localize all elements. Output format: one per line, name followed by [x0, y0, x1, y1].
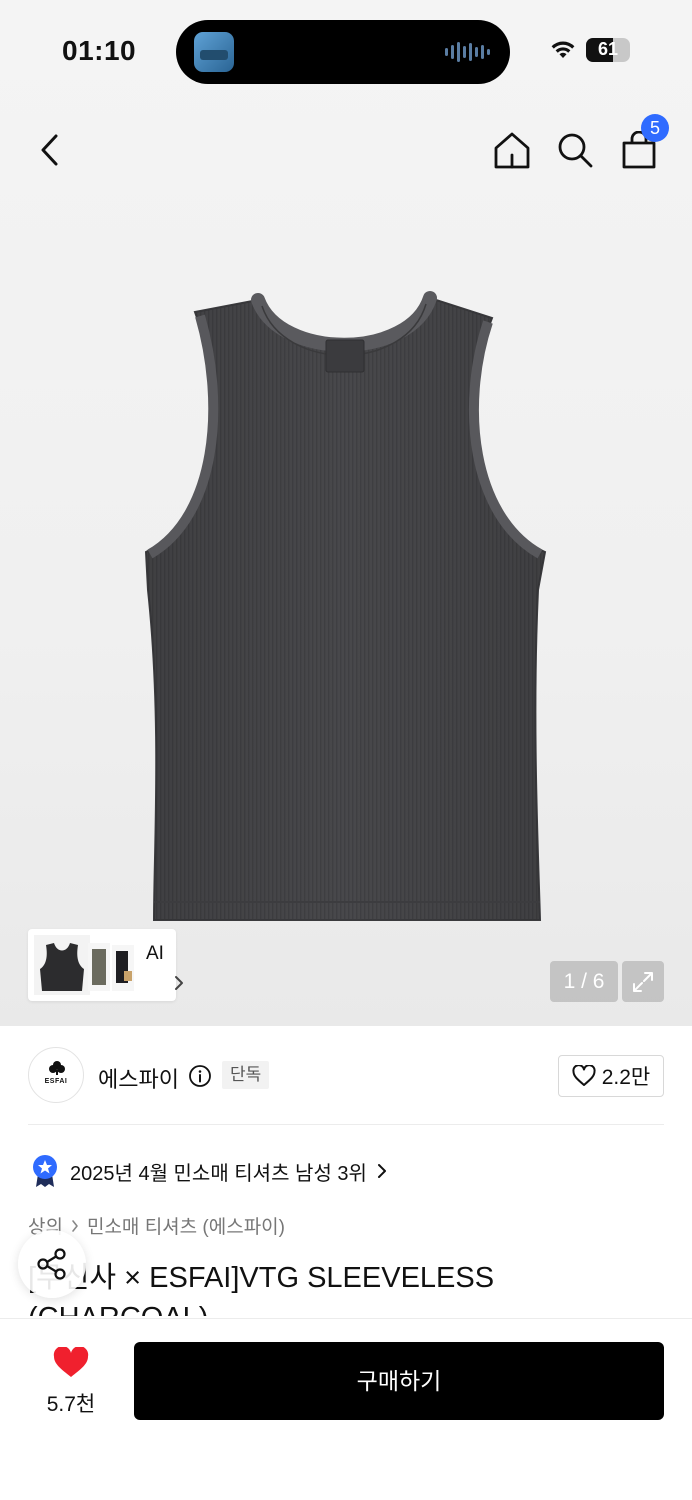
wishlist-count: 5.7천 — [46, 1393, 96, 1416]
status-time: 01:10 — [62, 35, 137, 66]
home-icon — [494, 132, 530, 169]
chevron-left-icon — [41, 134, 58, 166]
wishlist-button[interactable]: 5.7천 — [36, 1346, 106, 1418]
brand-logo[interactable]: ESFAI — [28, 1047, 84, 1103]
divider — [28, 1124, 664, 1125]
chevron-right-icon — [72, 1219, 78, 1232]
brand-like-count: 2.2만 — [601, 1066, 651, 1089]
brand-like-button[interactable]: 2.2만 — [558, 1055, 664, 1097]
brand-logo-mark-icon — [49, 1061, 65, 1075]
search-button[interactable] — [551, 126, 599, 174]
wifi-icon — [551, 41, 575, 58]
cart-button[interactable]: 5 — [615, 114, 669, 174]
info-icon[interactable] — [188, 1064, 212, 1088]
image-pager-indicator: 1 / 6 — [550, 961, 618, 1002]
brand-logo-text: ESFAI — [44, 1078, 68, 1085]
product-title: [무신사 × ESFAI]VTG SLEEVELESS (CHARCOAL) — [28, 1262, 495, 1316]
bottom-action-bar: 5.7천 구매하기 — [0, 1318, 692, 1500]
heart-filled-icon — [53, 1346, 89, 1377]
chevron-right-icon — [175, 976, 183, 990]
product-tank-top-image — [144, 291, 547, 921]
ranking-medal-icon — [33, 1155, 57, 1187]
top-navigation: 5 — [0, 114, 692, 182]
ranking-text: 2025년 4월 민소매 티셔츠 남성 3위 — [70, 1162, 367, 1185]
expand-icon — [633, 971, 653, 992]
ai-label: AI — [146, 943, 164, 964]
now-playing-app-icon — [194, 32, 234, 72]
breadcrumb-item-category[interactable]: 민소매 티셔츠 (에스파이) — [87, 1212, 285, 1239]
expand-image-button[interactable] — [622, 961, 664, 1002]
similar-items-thumbnails — [34, 935, 134, 995]
battery-indicator: 61 — [586, 38, 630, 62]
home-button[interactable] — [488, 126, 536, 174]
dynamic-island[interactable] — [176, 20, 510, 84]
back-button[interactable] — [26, 126, 74, 174]
brand-row: ESFAI 에스파이 단독 2.2만 — [28, 1046, 664, 1106]
ai-similar-items-card[interactable]: AI — [28, 929, 183, 1001]
battery-level-text: 61 — [597, 39, 619, 59]
audio-waveform-icon — [445, 41, 490, 63]
exclusive-badge: 단독 — [222, 1061, 270, 1089]
brand-name-link[interactable]: 에스파이 — [98, 1062, 179, 1094]
search-icon — [558, 133, 593, 168]
chevron-right-icon — [377, 1164, 386, 1178]
share-icon — [37, 1248, 66, 1280]
status-bar: 01:10 61 — [0, 0, 692, 100]
cart-count-badge: 5 — [641, 114, 669, 142]
product-image-gallery[interactable]: 01:10 61 5 AI 1 / 6 — [0, 0, 692, 1026]
heart-outline-icon — [572, 1065, 596, 1086]
ranking-link[interactable]: 2025년 4월 민소매 티셔츠 남성 3위 — [30, 1153, 387, 1189]
share-button[interactable] — [18, 1230, 86, 1298]
buy-button[interactable]: 구매하기 — [134, 1342, 664, 1420]
